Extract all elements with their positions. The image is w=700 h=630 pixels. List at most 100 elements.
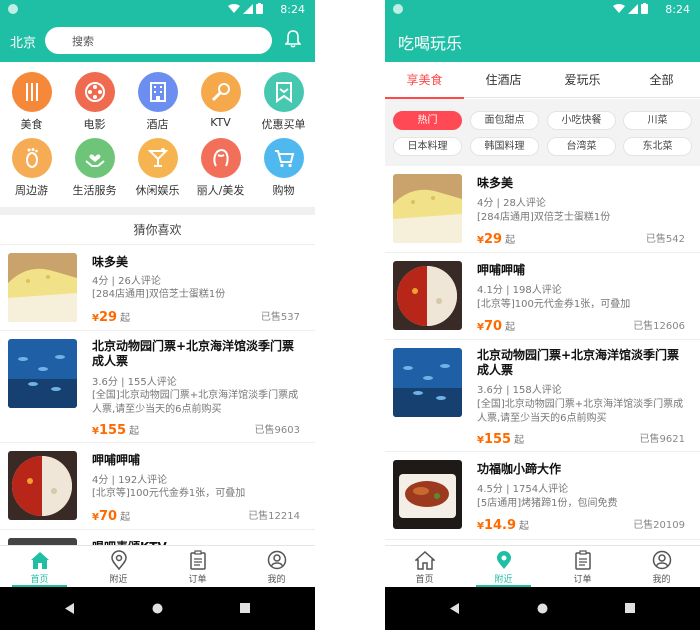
- category-movie[interactable]: 电影: [63, 72, 126, 132]
- page-title: 吃喝玩乐: [398, 34, 463, 53]
- search-input[interactable]: 搜索: [45, 27, 272, 54]
- category-label: 电影: [83, 118, 106, 131]
- section-title: 猜你喜欢: [0, 215, 315, 245]
- item-price: ¥70 起: [477, 319, 516, 334]
- chip-taiwanese[interactable]: 台湾菜: [547, 137, 616, 156]
- tab-hotel[interactable]: 住酒店: [464, 62, 543, 98]
- item-rating: 4.5分 | 1754人评论: [477, 484, 569, 495]
- fish-thumbnail: [393, 348, 462, 417]
- microphone-icon: [200, 72, 241, 112]
- nav-label: 我的: [267, 575, 286, 585]
- category-shopping[interactable]: 购物: [252, 138, 315, 198]
- clock: 8:24: [665, 3, 690, 16]
- category-label: 酒店: [146, 118, 169, 131]
- category-nearby-travel[interactable]: 周边游: [0, 138, 63, 198]
- tab-food[interactable]: 享美食: [385, 62, 464, 99]
- cake-thumbnail: [393, 174, 462, 243]
- nav-label: 我的: [652, 575, 671, 585]
- user-icon: [652, 550, 671, 570]
- list-item[interactable]: 味多美 4分 | 26人评论 [284店通用]双倍芝士蛋糕1份 ¥29 起 已售5…: [0, 245, 315, 331]
- item-price: ¥155 起: [477, 432, 525, 447]
- city-selector[interactable]: 北京: [10, 32, 36, 51]
- category-beauty[interactable]: 丽人/美发: [189, 138, 252, 198]
- item-description: [5店通用]烤猪蹄1份，包间免费: [477, 498, 618, 509]
- item-title: 呷哺呷哺: [477, 263, 526, 277]
- nav-label: 附近: [494, 575, 513, 585]
- coupon-icon: [263, 72, 304, 112]
- list-item[interactable]: 功福咖小蹄大作 4.5分 | 1754人评论 [5店通用]烤猪蹄1份，包间免费 …: [385, 452, 700, 540]
- recents-icon[interactable]: [625, 603, 635, 613]
- chip-snacks[interactable]: 小吃快餐: [547, 111, 616, 130]
- cocktail-icon: [137, 138, 178, 178]
- tab-all[interactable]: 全部: [622, 62, 700, 98]
- status-bar: 8:24: [0, 0, 315, 19]
- item-price: ¥29 起: [477, 232, 516, 247]
- category-leisure[interactable]: 休闲娱乐: [126, 138, 189, 198]
- chip-bakery[interactable]: 面包甜点: [470, 111, 539, 130]
- category-label: 休闲娱乐: [135, 184, 180, 197]
- chip-korean[interactable]: 韩国料理: [470, 137, 539, 156]
- item-sold-count: 已售9603: [254, 425, 300, 436]
- chip-hot[interactable]: 热门: [393, 111, 462, 130]
- nav-profile[interactable]: 我的: [237, 546, 315, 588]
- category-food[interactable]: 美食: [0, 72, 63, 132]
- nav-nearby[interactable]: 附近: [464, 546, 543, 588]
- list-item[interactable]: 味多美 4分 | 28人评论 [284店通用]双倍芝士蛋糕1份 ¥29 起 已售5…: [385, 166, 700, 253]
- item-rating: 4分 | 192人评论: [92, 475, 168, 486]
- bottom-nav: 首页 附近 订单 我的: [385, 545, 700, 587]
- category-hotel[interactable]: 酒店: [126, 72, 189, 132]
- category-ktv[interactable]: KTV: [189, 72, 252, 129]
- user-icon: [267, 550, 286, 570]
- list-item[interactable]: 呷哺呷哺 4.1分 | 198人评论 [北京等]100元代金券1张，可叠加 ¥7…: [385, 253, 700, 340]
- notification-dot-icon: [393, 4, 403, 14]
- item-price: ¥70 起: [92, 509, 131, 524]
- list-item[interactable]: 呷哺呷哺 4分 | 192人评论 [北京等]100元代金券1张，可叠加 ¥70 起…: [0, 443, 315, 530]
- nav-nearby[interactable]: 附近: [79, 546, 158, 588]
- nav-orders[interactable]: 订单: [158, 546, 237, 588]
- bell-icon[interactable]: [285, 30, 301, 48]
- item-description: [北京等]100元代金券1张，可叠加: [477, 299, 631, 310]
- pork-thumbnail: [393, 460, 462, 529]
- back-icon[interactable]: [450, 603, 460, 614]
- category-label: 生活服务: [72, 184, 117, 197]
- food-list-screen: 8:24 吃喝玩乐 享美食 住酒店 爱玩乐 全部 热门 面包甜点 小吃快餐 川菜…: [385, 0, 700, 630]
- nav-label: 首页: [30, 575, 49, 585]
- nav-orders[interactable]: 订单: [543, 546, 622, 588]
- tab-play[interactable]: 爱玩乐: [543, 62, 622, 98]
- chip-sichuan[interactable]: 川菜: [623, 111, 692, 130]
- item-title: 北京动物园门票+北京海洋馆淡季门票成人票: [477, 348, 680, 377]
- item-description: [全国]北京动物园门票+北京海洋馆淡季门票成人票,请至少当天的6点前购买: [477, 399, 684, 424]
- top-bar: 吃喝玩乐: [385, 19, 700, 62]
- chip-japanese[interactable]: 日本料理: [393, 137, 462, 156]
- home-screen: 8:24 北京 搜索 美食 电影 酒店 KTV 优惠买单 周边游 生活服务 休闲…: [0, 0, 315, 630]
- category-life-service[interactable]: 生活服务: [63, 138, 126, 198]
- item-description: [北京等]100元代金券1张，可叠加: [92, 488, 246, 499]
- nav-label: 附近: [109, 575, 128, 585]
- home-icon: [414, 550, 435, 570]
- item-title: 北京动物园门票+北京海洋馆淡季门票成人票: [92, 339, 295, 368]
- item-rating: 3.6分 | 158人评论: [477, 385, 562, 396]
- category-discount[interactable]: 优惠买单: [252, 72, 315, 132]
- item-rating: 4分 | 28人评论: [477, 198, 546, 209]
- nav-profile[interactable]: 我的: [622, 546, 700, 588]
- home-button-icon[interactable]: [152, 603, 163, 614]
- list-item[interactable]: 北京动物园门票+北京海洋馆淡季门票成人票 3.6分 | 155人评论 [全国]北…: [0, 331, 315, 443]
- location-pin-icon: [496, 551, 511, 569]
- system-nav-bar: [0, 587, 315, 630]
- back-icon[interactable]: [65, 603, 75, 614]
- hotpot-thumbnail: [8, 451, 77, 520]
- film-reel-icon: [74, 72, 115, 112]
- list-item[interactable]: 北京动物园门票+北京海洋馆淡季门票成人票 3.6分 | 158人评论 [全国]北…: [385, 340, 700, 452]
- recents-icon[interactable]: [240, 603, 250, 613]
- clock: 8:24: [280, 3, 305, 16]
- status-icons: [228, 3, 263, 14]
- nav-home[interactable]: 首页: [0, 546, 79, 588]
- item-description: [284店通用]双倍芝士蛋糕1份: [477, 212, 611, 223]
- nav-home[interactable]: 首页: [385, 546, 464, 588]
- item-description: [全国]北京动物园门票+北京海洋馆淡季门票成人票,请至少当天的6点前购买: [92, 390, 299, 415]
- footprint-icon: [11, 138, 52, 178]
- chip-northeast[interactable]: 东北菜: [623, 137, 692, 156]
- signal-icon: [243, 3, 253, 14]
- home-button-icon[interactable]: [537, 603, 548, 614]
- order-list-icon: [574, 550, 591, 570]
